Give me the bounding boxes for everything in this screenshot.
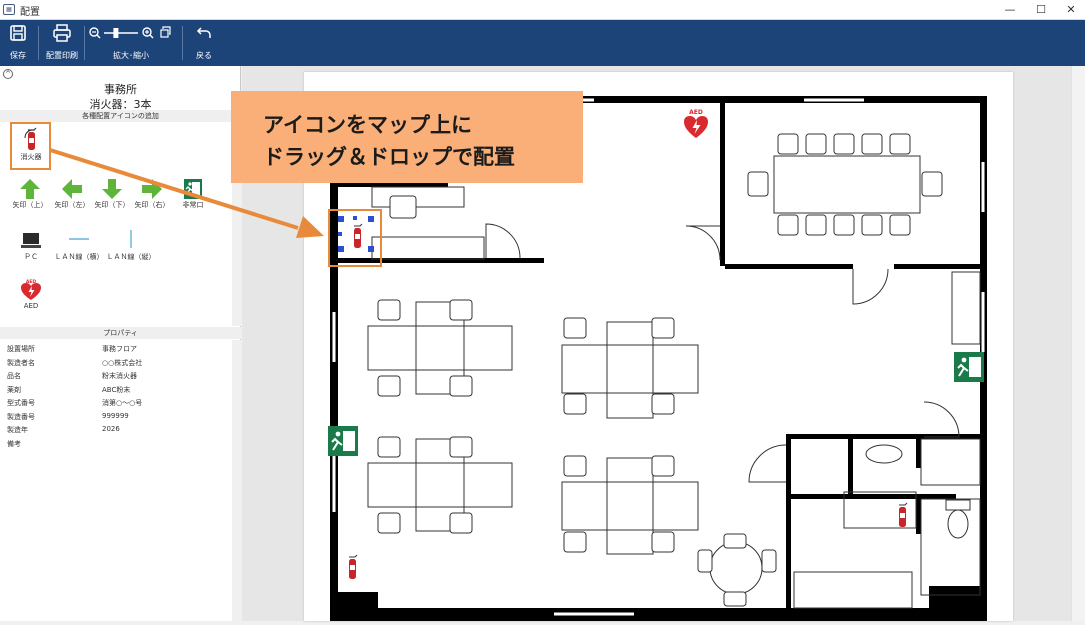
drag-arrow bbox=[49, 148, 324, 238]
